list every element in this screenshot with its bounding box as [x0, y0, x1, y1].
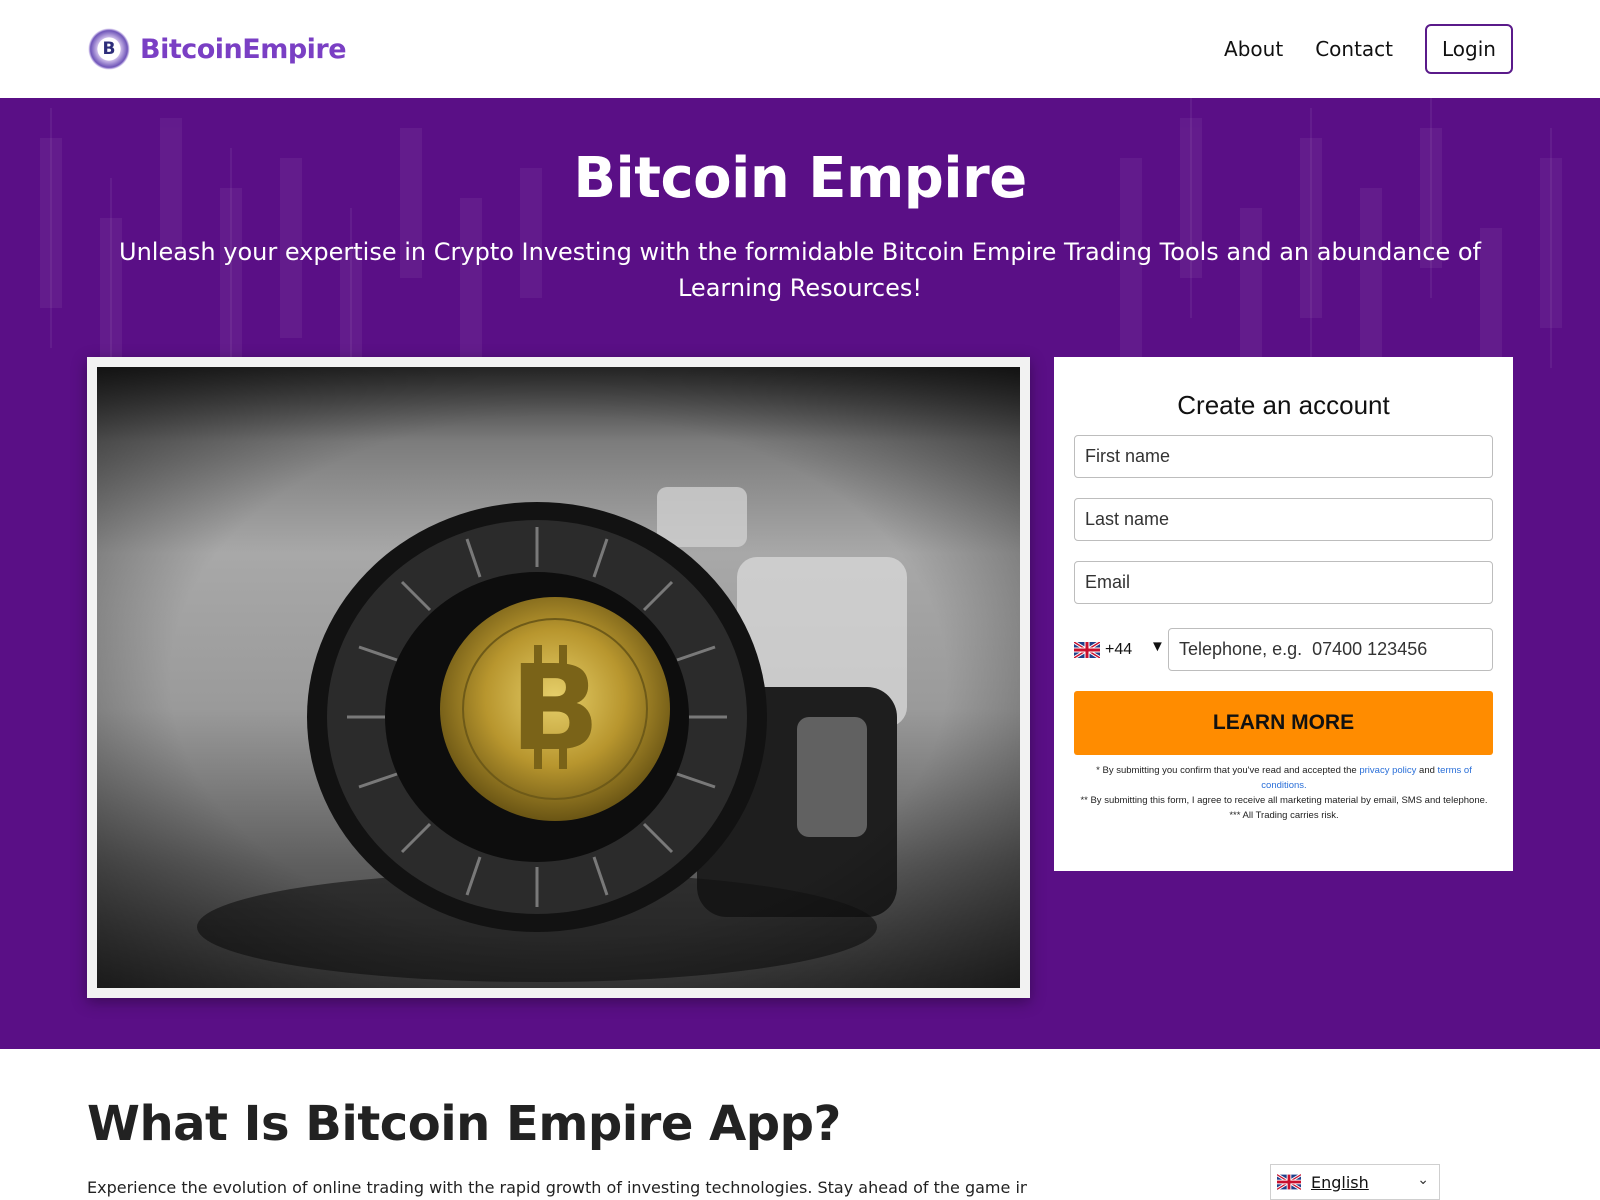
nav-about-link[interactable]: About — [1224, 37, 1283, 61]
bitcoin-coin-illustration: B — [97, 367, 1020, 988]
hero-section: Bitcoin Empire Unleash your expertise in… — [0, 98, 1600, 1049]
last-name-field[interactable] — [1074, 498, 1493, 541]
chevron-down-icon: ▼ — [1150, 638, 1165, 655]
email-field[interactable] — [1074, 561, 1493, 604]
signup-form: Create an account +44 ▼ LEARN MORE * By … — [1054, 357, 1513, 871]
uk-flag-icon — [1277, 1174, 1301, 1190]
site-logo[interactable]: B BitcoinEmpire — [88, 28, 347, 70]
disclaimer-line2: ** By submitting this form, I agree to r… — [1080, 795, 1488, 806]
site-header: B BitcoinEmpire About Contact Login — [0, 0, 1600, 98]
learn-more-button[interactable]: LEARN MORE — [1074, 691, 1493, 755]
main-nav: About Contact Login — [1224, 24, 1513, 74]
login-button[interactable]: Login — [1425, 24, 1513, 74]
bitcoin-coin-image: B — [97, 367, 1020, 988]
bitcoin-logo-icon: B — [88, 28, 130, 70]
disclaimer-and: and — [1419, 765, 1435, 776]
first-name-field[interactable] — [1074, 435, 1493, 478]
nav-contact-link[interactable]: Contact — [1315, 37, 1393, 61]
logo-text: BitcoinEmpire — [140, 33, 347, 65]
about-section-title: What Is Bitcoin Empire App? — [87, 1096, 841, 1152]
phone-country-select[interactable]: +44 ▼ — [1074, 628, 1168, 671]
signup-title: Create an account — [1177, 390, 1390, 420]
hero-title: Bitcoin Empire — [573, 146, 1027, 211]
telephone-field[interactable] — [1168, 628, 1493, 671]
privacy-policy-link[interactable]: privacy policy — [1359, 765, 1416, 776]
hero-subtitle: Unleash your expertise in Crypto Investi… — [119, 238, 1481, 302]
about-section-intro: Experience the evolution of online tradi… — [87, 1178, 1027, 1197]
uk-flag-icon — [1074, 641, 1100, 658]
hero-image-frame: B — [87, 357, 1030, 998]
disclaimer-line1: * By submitting you confirm that you've … — [1096, 765, 1357, 776]
phone-code-label: +44 — [1105, 640, 1133, 658]
language-label: English — [1311, 1172, 1369, 1192]
form-disclaimer: * By submitting you confirm that you've … — [1078, 763, 1490, 823]
chevron-down-icon: ⌄ — [1417, 1172, 1429, 1188]
logo-initial: B — [102, 39, 116, 59]
language-selector[interactable]: English ⌄ — [1270, 1164, 1440, 1200]
disclaimer-line3: *** All Trading carries risk. — [1229, 810, 1339, 821]
